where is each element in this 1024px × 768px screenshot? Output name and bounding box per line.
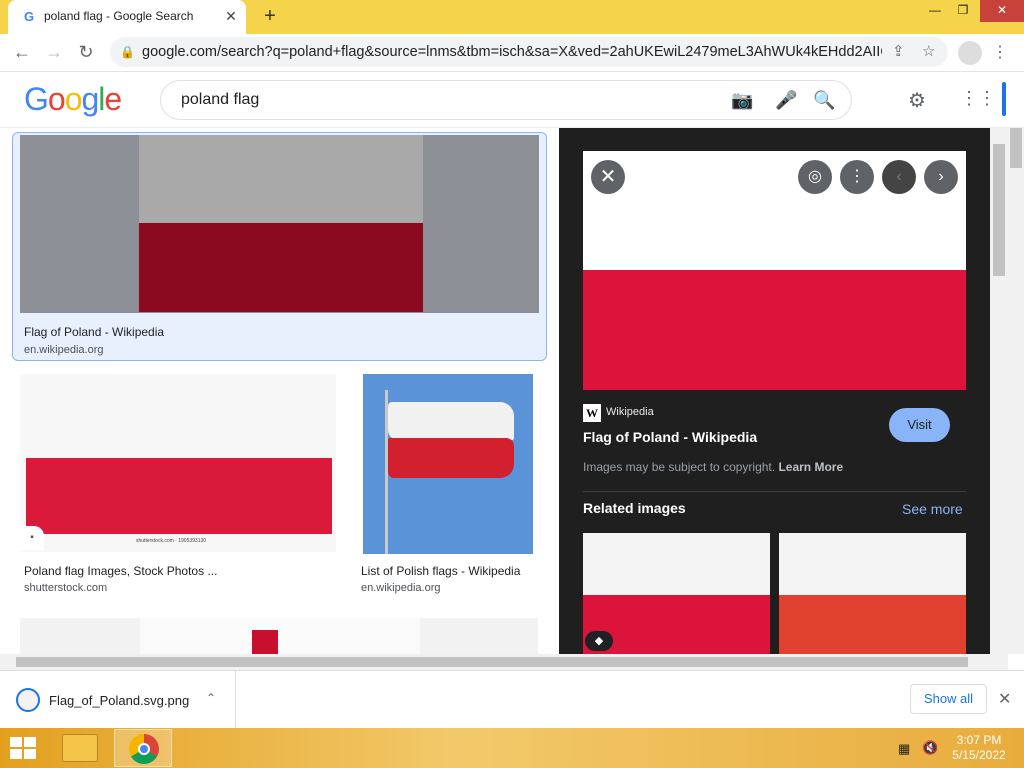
account-indicator (1002, 82, 1006, 116)
url-text[interactable]: google.com/search?q=poland+flag&source=l… (142, 44, 882, 60)
new-tab-button[interactable]: + (258, 5, 282, 29)
watermark-text: shutterstock.com · 1905393130 (136, 538, 207, 544)
result-source[interactable]: shutterstock.com (24, 582, 107, 594)
search-box: 📷 🎤 🔍 (160, 80, 852, 120)
result-title[interactable]: Flag of Poland - Wikipedia (24, 325, 164, 339)
chevron-up-icon[interactable]: ⌃ (206, 691, 216, 705)
camera-icon[interactable]: 📷 (731, 90, 753, 111)
flag-white-band (388, 402, 514, 440)
image-icon: ▪ (20, 526, 44, 550)
wikipedia-icon: W (583, 404, 601, 422)
page-scrollbar[interactable] (1008, 128, 1024, 654)
browser-menu-icon[interactable]: ⋮ (992, 42, 1008, 62)
copyright-text: Images may be subject to copyright. (583, 460, 776, 474)
close-preview-icon[interactable]: ✕ (591, 160, 625, 194)
next-icon[interactable]: › (924, 160, 958, 194)
tab-close-icon[interactable]: ✕ (222, 7, 240, 25)
volume-muted-icon[interactable]: 🔇 (922, 740, 938, 756)
back-icon[interactable]: ← (8, 38, 36, 66)
clock-time: 3:07 PM (956, 733, 1002, 747)
related-images-heading: Related images (583, 500, 686, 516)
network-icon[interactable]: ▦ (898, 741, 910, 757)
google-logo[interactable]: Google (24, 81, 122, 118)
download-item[interactable]: Flag_of_Poland.svg.png ⌃ (0, 671, 236, 729)
related-image[interactable]: ◆ (583, 533, 770, 654)
scrollbar-thumb[interactable] (993, 144, 1005, 276)
settings-gear-icon[interactable]: ⚙ (908, 88, 926, 113)
close-download-bar-icon[interactable]: ✕ (998, 689, 1011, 709)
result-card[interactable]: Flag of Poland - Wikipedia en.wikipedia.… (12, 132, 547, 361)
learn-more-link[interactable]: Learn More (778, 460, 843, 474)
image-results: Flag of Poland - Wikipedia en.wikipedia.… (0, 128, 558, 654)
flag-red-band (583, 270, 966, 390)
divider (583, 491, 966, 492)
download-bar: Flag_of_Poland.svg.png ⌃ (0, 670, 1024, 729)
flag-red-band (139, 223, 423, 312)
flag-white-band (779, 533, 966, 595)
result-title[interactable]: List of Polish flags - Wikipedia (361, 564, 520, 578)
search-icon[interactable]: 🔍 (813, 90, 835, 111)
windows-start-icon[interactable] (10, 737, 38, 759)
show-all-button[interactable]: Show all (910, 684, 987, 714)
profile-avatar[interactable] (958, 41, 982, 65)
microphone-icon[interactable]: 🎤 (775, 90, 797, 111)
forward-icon[interactable]: → (40, 38, 68, 66)
coat-of-arms (252, 630, 278, 654)
address-bar[interactable]: 🔒 google.com/search?q=poland+flag&source… (110, 37, 948, 67)
bookmark-star-icon[interactable]: ☆ (922, 42, 935, 60)
search-input[interactable] (181, 90, 701, 110)
result-source[interactable]: en.wikipedia.org (361, 582, 441, 594)
window-close-button[interactable]: ✕ (980, 0, 1024, 22)
viewer-scrollbar[interactable] (990, 128, 1008, 654)
preview-title[interactable]: Flag of Poland - Wikipedia (583, 429, 757, 445)
previous-icon[interactable]: ‹ (882, 160, 916, 194)
lens-search-icon[interactable]: ◎ (798, 160, 832, 194)
flag-white-band (583, 533, 770, 595)
flag-red-band (388, 438, 514, 478)
copyright-notice: Images may be subject to copyright. Lear… (583, 460, 843, 474)
minimize-button[interactable]: — (920, 0, 950, 22)
scrollbar-thumb[interactable] (1010, 128, 1022, 168)
file-image-icon (16, 688, 40, 712)
browser-toolbar: ← → ↻ 🔒 google.com/search?q=poland+flag&… (0, 34, 1024, 72)
tag-icon: ◆ (585, 631, 613, 651)
tab-title: poland flag - Google Search (44, 9, 194, 23)
more-options-icon[interactable]: ⋮ (840, 160, 874, 194)
horizontal-scrollbar[interactable] (0, 654, 1008, 670)
see-more-link[interactable]: See more (902, 501, 963, 517)
scrollbar-thumb[interactable] (16, 657, 968, 667)
restore-button[interactable]: ❐ (948, 0, 978, 22)
related-image[interactable] (779, 533, 966, 654)
system-clock[interactable]: 3:07 PM 5/15/2022 (948, 733, 1010, 763)
chrome-taskbar-button[interactable] (114, 729, 172, 767)
result-card[interactable]: shutterstock.com · 1905393130 ▪ (20, 374, 336, 552)
lock-icon: 🔒 (120, 45, 135, 59)
flag-red-band (26, 458, 332, 534)
flag-white-band (140, 618, 420, 654)
image-preview-panel: ✕ ◎ ⋮ ‹ › W Wikipedia Flag of Poland - W… (559, 128, 990, 654)
result-title[interactable]: Poland flag Images, Stock Photos ... (24, 564, 217, 578)
flag-white-band (139, 135, 423, 223)
reload-icon[interactable]: ↻ (72, 38, 100, 66)
result-source[interactable]: en.wikipedia.org (24, 344, 104, 356)
download-filename[interactable]: Flag_of_Poland.svg.png (49, 693, 189, 708)
clock-date: 5/15/2022 (952, 748, 1006, 762)
browser-tab[interactable]: G poland flag - Google Search ✕ (8, 0, 246, 34)
share-icon[interactable]: ⇪ (892, 42, 905, 60)
preview-site[interactable]: Wikipedia (606, 406, 654, 418)
google-favicon-icon: G (23, 9, 35, 24)
result-image[interactable] (20, 618, 538, 654)
flag-red-band (779, 595, 966, 654)
windows-taskbar: ▦ 🔇 (0, 728, 1024, 768)
result-image[interactable] (363, 374, 533, 554)
file-explorer-icon[interactable] (62, 734, 98, 762)
visit-button[interactable]: Visit (889, 408, 950, 442)
